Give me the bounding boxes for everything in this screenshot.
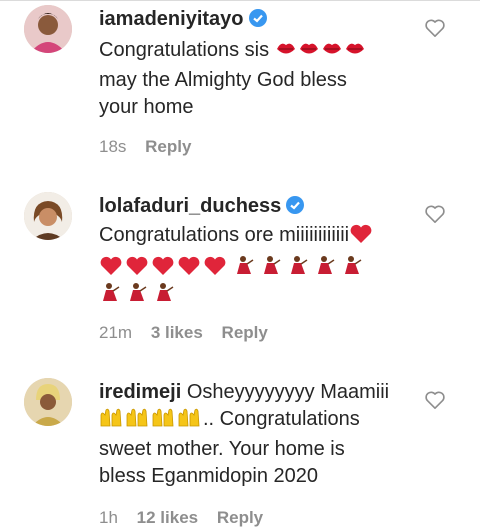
avatar[interactable] bbox=[24, 378, 72, 426]
red-heart-icon bbox=[349, 224, 373, 252]
timestamp: 18s bbox=[99, 137, 127, 156]
username[interactable]: lolafaduri_duchess bbox=[99, 195, 281, 217]
comment-text: sweet mother. Your home is bbox=[99, 438, 345, 460]
likes-count[interactable]: 12 likes bbox=[137, 508, 198, 527]
comment-header: iredimeji Osheyyyyyyyy Maamiii bbox=[99, 379, 399, 406]
red-heart-icon bbox=[100, 255, 362, 275]
comment-text: Congratulations ore miiiiiiiiiiii bbox=[99, 222, 399, 252]
comment-text: bless Eganmidopin 2020 bbox=[99, 465, 319, 487]
comment-meta: 18s Reply bbox=[99, 137, 205, 157]
comment-text: Congratulations sis bbox=[99, 37, 399, 67]
comment-text: Osheyyyyyyyy Maamiii bbox=[186, 381, 390, 403]
avatar[interactable] bbox=[24, 192, 72, 240]
username[interactable]: iredimeji bbox=[99, 381, 181, 403]
heart-outline-icon[interactable] bbox=[424, 18, 446, 38]
comment-header: lolafaduri_duchess bbox=[99, 193, 399, 220]
emoji-row bbox=[99, 252, 399, 279]
timestamp: 1h bbox=[99, 508, 118, 527]
reply-button[interactable]: Reply bbox=[217, 508, 263, 527]
divider bbox=[0, 0, 480, 1]
avatar[interactable] bbox=[24, 5, 72, 53]
heart-outline-icon[interactable] bbox=[424, 204, 446, 224]
comment-meta: 1h 12 likes Reply bbox=[99, 508, 277, 528]
reply-button[interactable]: Reply bbox=[145, 137, 191, 156]
emoji-row bbox=[99, 279, 399, 306]
dancer-icon bbox=[103, 282, 174, 301]
comment-text: may the Almighty God bless bbox=[99, 69, 347, 91]
reply-button[interactable]: Reply bbox=[222, 323, 268, 342]
likes-count[interactable]: 3 likes bbox=[151, 323, 203, 342]
heart-outline-icon[interactable] bbox=[424, 390, 446, 410]
username[interactable]: iamadeniyitayo bbox=[99, 8, 244, 30]
timestamp: 21m bbox=[99, 323, 133, 342]
verified-badge-icon bbox=[286, 196, 305, 214]
raised-hands-icon bbox=[99, 406, 203, 436]
verified-badge-icon bbox=[248, 9, 267, 27]
comment-text: .. Congratulations bbox=[99, 406, 399, 436]
kiss-lips-icon bbox=[275, 39, 367, 67]
comment-text: your home bbox=[99, 96, 194, 118]
comment-header: iamadeniyitayo bbox=[99, 6, 399, 33]
comment-meta: 21m 3 likes Reply bbox=[99, 323, 282, 343]
